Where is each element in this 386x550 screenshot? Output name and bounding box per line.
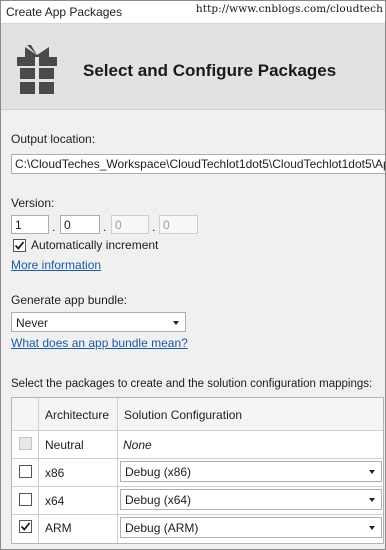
version-build-input: 0 — [111, 215, 149, 234]
configuration-neutral: None — [123, 438, 152, 452]
architecture-arm: ARM — [45, 521, 72, 535]
auto-increment-checkbox[interactable] — [13, 239, 26, 252]
architecture-x64: x64 — [45, 494, 65, 508]
column-header-configuration[interactable]: Solution Configuration — [124, 408, 242, 422]
package-checkbox-x86[interactable] — [19, 465, 32, 478]
architecture-neutral: Neutral — [45, 438, 84, 452]
output-location-input[interactable]: C:\CloudTeches_Workspace\CloudTechlot1do… — [11, 154, 385, 174]
architecture-x86: x86 — [45, 466, 65, 480]
configuration-select-arm[interactable]: Debug (ARM) — [120, 517, 382, 538]
version-major-input[interactable]: 1 — [11, 215, 49, 234]
package-checkbox-arm[interactable] — [19, 520, 32, 533]
chevron-down-icon — [369, 470, 375, 474]
title-bar[interactable]: Create App Packages http://www.cnblogs.c… — [1, 1, 385, 24]
configuration-value-arm: Debug (ARM) — [125, 521, 199, 535]
checkmark-icon — [14, 241, 25, 250]
window-title: Create App Packages — [6, 5, 123, 19]
package-checkbox-x64[interactable] — [19, 493, 32, 506]
chevron-down-icon — [173, 321, 179, 325]
chevron-down-icon — [369, 526, 375, 530]
version-separator: . — [103, 220, 107, 234]
more-information-link[interactable]: More information — [11, 258, 101, 272]
chevron-down-icon — [369, 498, 375, 502]
generate-bundle-value: Never — [16, 316, 49, 330]
version-separator: . — [152, 220, 156, 234]
gift-box-icon — [17, 45, 57, 94]
configuration-select-x86[interactable]: Debug (x86) — [120, 461, 382, 482]
watermark-url: http://www.cnblogs.com/cloudtech — [195, 3, 383, 15]
version-revision-input: 0 — [159, 215, 198, 234]
wizard-header: Select and Configure Packages — [1, 24, 385, 110]
generate-bundle-label: Generate app bundle: — [11, 293, 128, 307]
generate-bundle-select[interactable]: Never — [11, 312, 186, 332]
create-app-packages-window: Create App Packages http://www.cnblogs.c… — [0, 0, 386, 550]
version-separator: . — [52, 220, 56, 234]
configuration-value-x64: Debug (x64) — [125, 493, 192, 507]
version-minor-input[interactable]: 0 — [60, 215, 100, 234]
configuration-value-x86: Debug (x86) — [125, 465, 192, 479]
checkmark-icon — [20, 522, 31, 531]
auto-increment-label: Automatically increment — [31, 238, 159, 252]
app-bundle-help-link[interactable]: What does an app bundle mean? — [11, 336, 188, 350]
page-title: Select and Configure Packages — [83, 61, 337, 80]
version-label: Version: — [11, 196, 55, 210]
packages-instructions: Select the packages to create and the so… — [11, 378, 373, 390]
column-header-architecture[interactable]: Architecture — [45, 408, 109, 422]
packages-table: Architecture Solution Configuration Neut… — [11, 397, 384, 544]
output-location-label: Output location: — [11, 132, 96, 146]
configuration-select-x64[interactable]: Debug (x64) — [120, 489, 382, 510]
package-checkbox-neutral — [19, 437, 32, 450]
